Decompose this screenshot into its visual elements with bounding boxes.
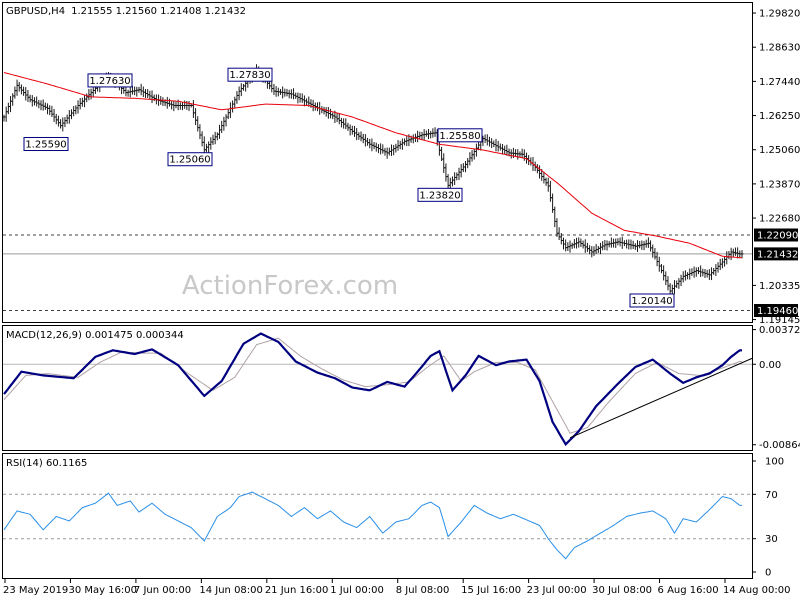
price-tick-label: 1.20335 xyxy=(759,281,800,292)
rsi-tick-label: 100 xyxy=(765,457,784,468)
macd-tick-label: 0.00 xyxy=(759,360,781,371)
annotation-label: 1.27630 xyxy=(89,76,130,87)
ohlc-text: 1.21555 1.21560 1.21408 1.21432 xyxy=(71,6,246,17)
rsi-tick-label: 0 xyxy=(765,568,771,579)
price-tag-label: 1.19460 xyxy=(757,306,798,317)
time-tick-label: 8 Jul 08:00 xyxy=(396,585,450,596)
annotation-label: 1.25590 xyxy=(25,140,66,151)
chart-svg: ActionForex.com 1.27630 1.27830 1.25590 1.2… xyxy=(0,0,800,600)
time-tick-label: 23 Jul 00:00 xyxy=(527,585,587,596)
watermark-text: ActionForex.com xyxy=(182,271,398,301)
macd-tick-label: 0.003722 xyxy=(759,325,800,336)
symbol-label: GBPUSD,H4 1.21555 1.21560 1.21408 1.21432 xyxy=(6,6,246,17)
price-tick-label: 1.27440 xyxy=(759,77,800,88)
price-tag-label: 1.22090 xyxy=(757,231,798,242)
price-tag-label: 1.21432 xyxy=(757,249,798,260)
time-tick-label: 15 Jul 16:00 xyxy=(461,585,521,596)
time-tick-label: 1 Jul 00:00 xyxy=(330,585,384,596)
price-tick-label: 1.26250 xyxy=(759,111,800,122)
time-tick-label: 14 Jun 08:00 xyxy=(199,585,263,596)
macd-tick-label: -0.008643 xyxy=(759,440,800,451)
time-tick-label: 14 Aug 00:00 xyxy=(723,585,790,596)
price-tick-label: 1.29820 xyxy=(759,9,800,20)
price-tick-label: 1.22680 xyxy=(759,214,800,225)
time-tick-label: 6 Aug 16:00 xyxy=(658,585,719,596)
time-tick-label: 30 May 16:00 xyxy=(68,585,137,596)
rsi-tick-label: 30 xyxy=(765,534,778,545)
symbol-text: GBPUSD,H4 xyxy=(6,6,65,17)
annotation-label: 1.23820 xyxy=(419,190,460,201)
price-tick-label: 1.28630 xyxy=(759,43,800,54)
annotation-label: 1.25580 xyxy=(439,131,480,142)
macd-title: MACD(12,26,9) 0.001475 0.000344 xyxy=(6,330,184,341)
time-tick-label: 23 May 2019 xyxy=(3,585,68,596)
annotation-label: 1.20140 xyxy=(631,296,672,307)
time-tick-label: 7 Jun 00:00 xyxy=(134,585,191,596)
time-tick-label: 21 Jun 16:00 xyxy=(265,585,329,596)
price-tick-label: 1.23870 xyxy=(759,179,800,190)
rsi-tick-label: 70 xyxy=(765,490,778,501)
annotation-label: 1.25060 xyxy=(169,155,210,166)
annotation-label: 1.27830 xyxy=(229,70,270,81)
price-tick-label: 1.25060 xyxy=(759,145,800,156)
rsi-title: RSI(14) 60.1165 xyxy=(6,458,87,469)
chart-background xyxy=(0,0,800,600)
time-tick-label: 30 Jul 08:00 xyxy=(592,585,652,596)
